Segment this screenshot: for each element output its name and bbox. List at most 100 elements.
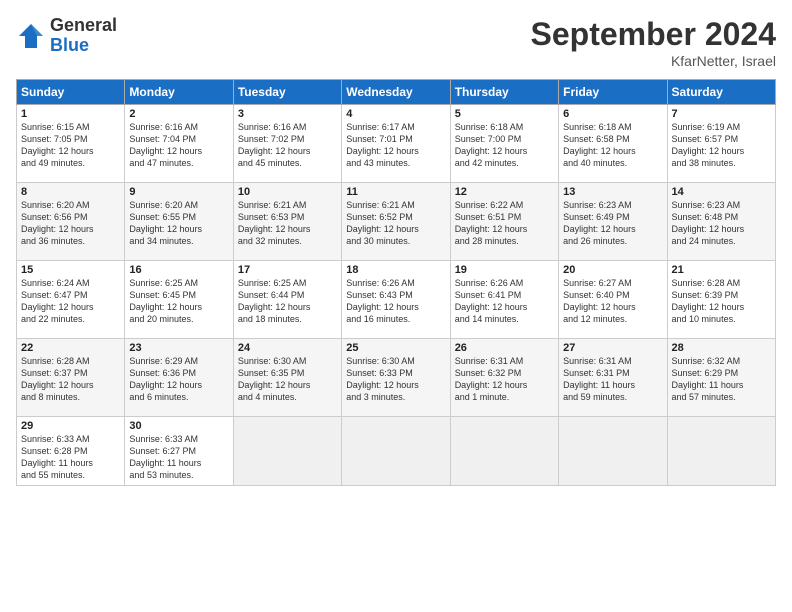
table-row: 3Sunrise: 6:16 AMSunset: 7:02 PMDaylight… <box>233 105 341 183</box>
table-row: 15Sunrise: 6:24 AMSunset: 6:47 PMDayligh… <box>17 261 125 339</box>
table-row: 21Sunrise: 6:28 AMSunset: 6:39 PMDayligh… <box>667 261 775 339</box>
day-info: Sunset: 6:32 PM <box>455 367 554 379</box>
table-row: 10Sunrise: 6:21 AMSunset: 6:53 PMDayligh… <box>233 183 341 261</box>
table-row: 28Sunrise: 6:32 AMSunset: 6:29 PMDayligh… <box>667 339 775 417</box>
day-info: Sunrise: 6:18 AM <box>563 121 662 133</box>
month-title: September 2024 <box>531 16 776 53</box>
day-info: Sunset: 6:40 PM <box>563 289 662 301</box>
day-info: Sunset: 6:37 PM <box>21 367 120 379</box>
day-number: 29 <box>21 420 120 432</box>
table-row: 13Sunrise: 6:23 AMSunset: 6:49 PMDayligh… <box>559 183 667 261</box>
day-info: Sunset: 6:47 PM <box>21 289 120 301</box>
day-info: and 57 minutes. <box>672 391 771 403</box>
day-info: Daylight: 12 hours <box>129 379 228 391</box>
day-number: 6 <box>563 108 662 120</box>
day-info: and 30 minutes. <box>346 235 445 247</box>
table-row <box>233 417 341 486</box>
day-number: 13 <box>563 186 662 198</box>
day-info: Sunset: 6:48 PM <box>672 211 771 223</box>
day-info: Sunrise: 6:21 AM <box>346 199 445 211</box>
day-info: and 16 minutes. <box>346 313 445 325</box>
day-info: and 26 minutes. <box>563 235 662 247</box>
day-info: Sunset: 6:28 PM <box>21 445 120 457</box>
day-number: 18 <box>346 264 445 276</box>
day-number: 9 <box>129 186 228 198</box>
day-number: 4 <box>346 108 445 120</box>
header-tuesday: Tuesday <box>233 80 341 105</box>
day-info: Daylight: 12 hours <box>346 301 445 313</box>
day-info: Sunset: 6:41 PM <box>455 289 554 301</box>
day-info: and 40 minutes. <box>563 157 662 169</box>
table-row: 22Sunrise: 6:28 AMSunset: 6:37 PMDayligh… <box>17 339 125 417</box>
day-number: 30 <box>129 420 228 432</box>
day-number: 2 <box>129 108 228 120</box>
day-number: 8 <box>21 186 120 198</box>
day-number: 11 <box>346 186 445 198</box>
day-number: 10 <box>238 186 337 198</box>
table-row <box>667 417 775 486</box>
table-row: 20Sunrise: 6:27 AMSunset: 6:40 PMDayligh… <box>559 261 667 339</box>
day-number: 7 <box>672 108 771 120</box>
logo-text: General Blue <box>50 16 117 56</box>
day-number: 22 <box>21 342 120 354</box>
day-info: Daylight: 11 hours <box>672 379 771 391</box>
day-info: and 3 minutes. <box>346 391 445 403</box>
day-info: Sunset: 6:45 PM <box>129 289 228 301</box>
header-thursday: Thursday <box>450 80 558 105</box>
day-info: Daylight: 11 hours <box>21 457 120 469</box>
day-info: Daylight: 12 hours <box>455 145 554 157</box>
day-info: Sunset: 6:27 PM <box>129 445 228 457</box>
day-info: and 45 minutes. <box>238 157 337 169</box>
day-number: 16 <box>129 264 228 276</box>
day-info: Sunrise: 6:22 AM <box>455 199 554 211</box>
day-info: and 32 minutes. <box>238 235 337 247</box>
day-info: Sunset: 7:02 PM <box>238 133 337 145</box>
table-row: 24Sunrise: 6:30 AMSunset: 6:35 PMDayligh… <box>233 339 341 417</box>
day-info: and 8 minutes. <box>21 391 120 403</box>
table-row: 25Sunrise: 6:30 AMSunset: 6:33 PMDayligh… <box>342 339 450 417</box>
table-row: 17Sunrise: 6:25 AMSunset: 6:44 PMDayligh… <box>233 261 341 339</box>
day-info: and 20 minutes. <box>129 313 228 325</box>
day-info: Daylight: 12 hours <box>129 301 228 313</box>
table-row: 2Sunrise: 6:16 AMSunset: 7:04 PMDaylight… <box>125 105 233 183</box>
day-info: Sunset: 6:36 PM <box>129 367 228 379</box>
day-info: and 53 minutes. <box>129 469 228 481</box>
header-friday: Friday <box>559 80 667 105</box>
day-info: and 36 minutes. <box>21 235 120 247</box>
day-number: 14 <box>672 186 771 198</box>
day-info: Sunrise: 6:23 AM <box>672 199 771 211</box>
day-info: and 34 minutes. <box>129 235 228 247</box>
day-info: Sunrise: 6:30 AM <box>346 355 445 367</box>
logo: General Blue <box>16 16 117 56</box>
table-row: 1Sunrise: 6:15 AMSunset: 7:05 PMDaylight… <box>17 105 125 183</box>
day-info: Sunset: 6:35 PM <box>238 367 337 379</box>
day-info: Sunrise: 6:16 AM <box>238 121 337 133</box>
day-info: Sunrise: 6:33 AM <box>21 433 120 445</box>
table-row: 26Sunrise: 6:31 AMSunset: 6:32 PMDayligh… <box>450 339 558 417</box>
table-row: 18Sunrise: 6:26 AMSunset: 6:43 PMDayligh… <box>342 261 450 339</box>
day-number: 25 <box>346 342 445 354</box>
day-info: Daylight: 12 hours <box>21 379 120 391</box>
table-row: 5Sunrise: 6:18 AMSunset: 7:00 PMDaylight… <box>450 105 558 183</box>
day-info: Daylight: 12 hours <box>238 301 337 313</box>
table-row: 14Sunrise: 6:23 AMSunset: 6:48 PMDayligh… <box>667 183 775 261</box>
day-info: Sunrise: 6:31 AM <box>563 355 662 367</box>
day-info: Sunrise: 6:31 AM <box>455 355 554 367</box>
day-info: Sunrise: 6:25 AM <box>238 277 337 289</box>
day-info: Sunrise: 6:28 AM <box>672 277 771 289</box>
header-row: Sunday Monday Tuesday Wednesday Thursday… <box>17 80 776 105</box>
day-info: Sunrise: 6:32 AM <box>672 355 771 367</box>
table-row: 30Sunrise: 6:33 AMSunset: 6:27 PMDayligh… <box>125 417 233 486</box>
day-info: and 10 minutes. <box>672 313 771 325</box>
day-number: 1 <box>21 108 120 120</box>
day-info: Daylight: 12 hours <box>238 145 337 157</box>
day-info: and 24 minutes. <box>672 235 771 247</box>
day-info: Sunset: 6:55 PM <box>129 211 228 223</box>
day-info: and 12 minutes. <box>563 313 662 325</box>
day-number: 5 <box>455 108 554 120</box>
table-row <box>342 417 450 486</box>
day-info: and 49 minutes. <box>21 157 120 169</box>
logo-general: General <box>50 16 117 36</box>
header-wednesday: Wednesday <box>342 80 450 105</box>
day-info: Daylight: 12 hours <box>672 223 771 235</box>
